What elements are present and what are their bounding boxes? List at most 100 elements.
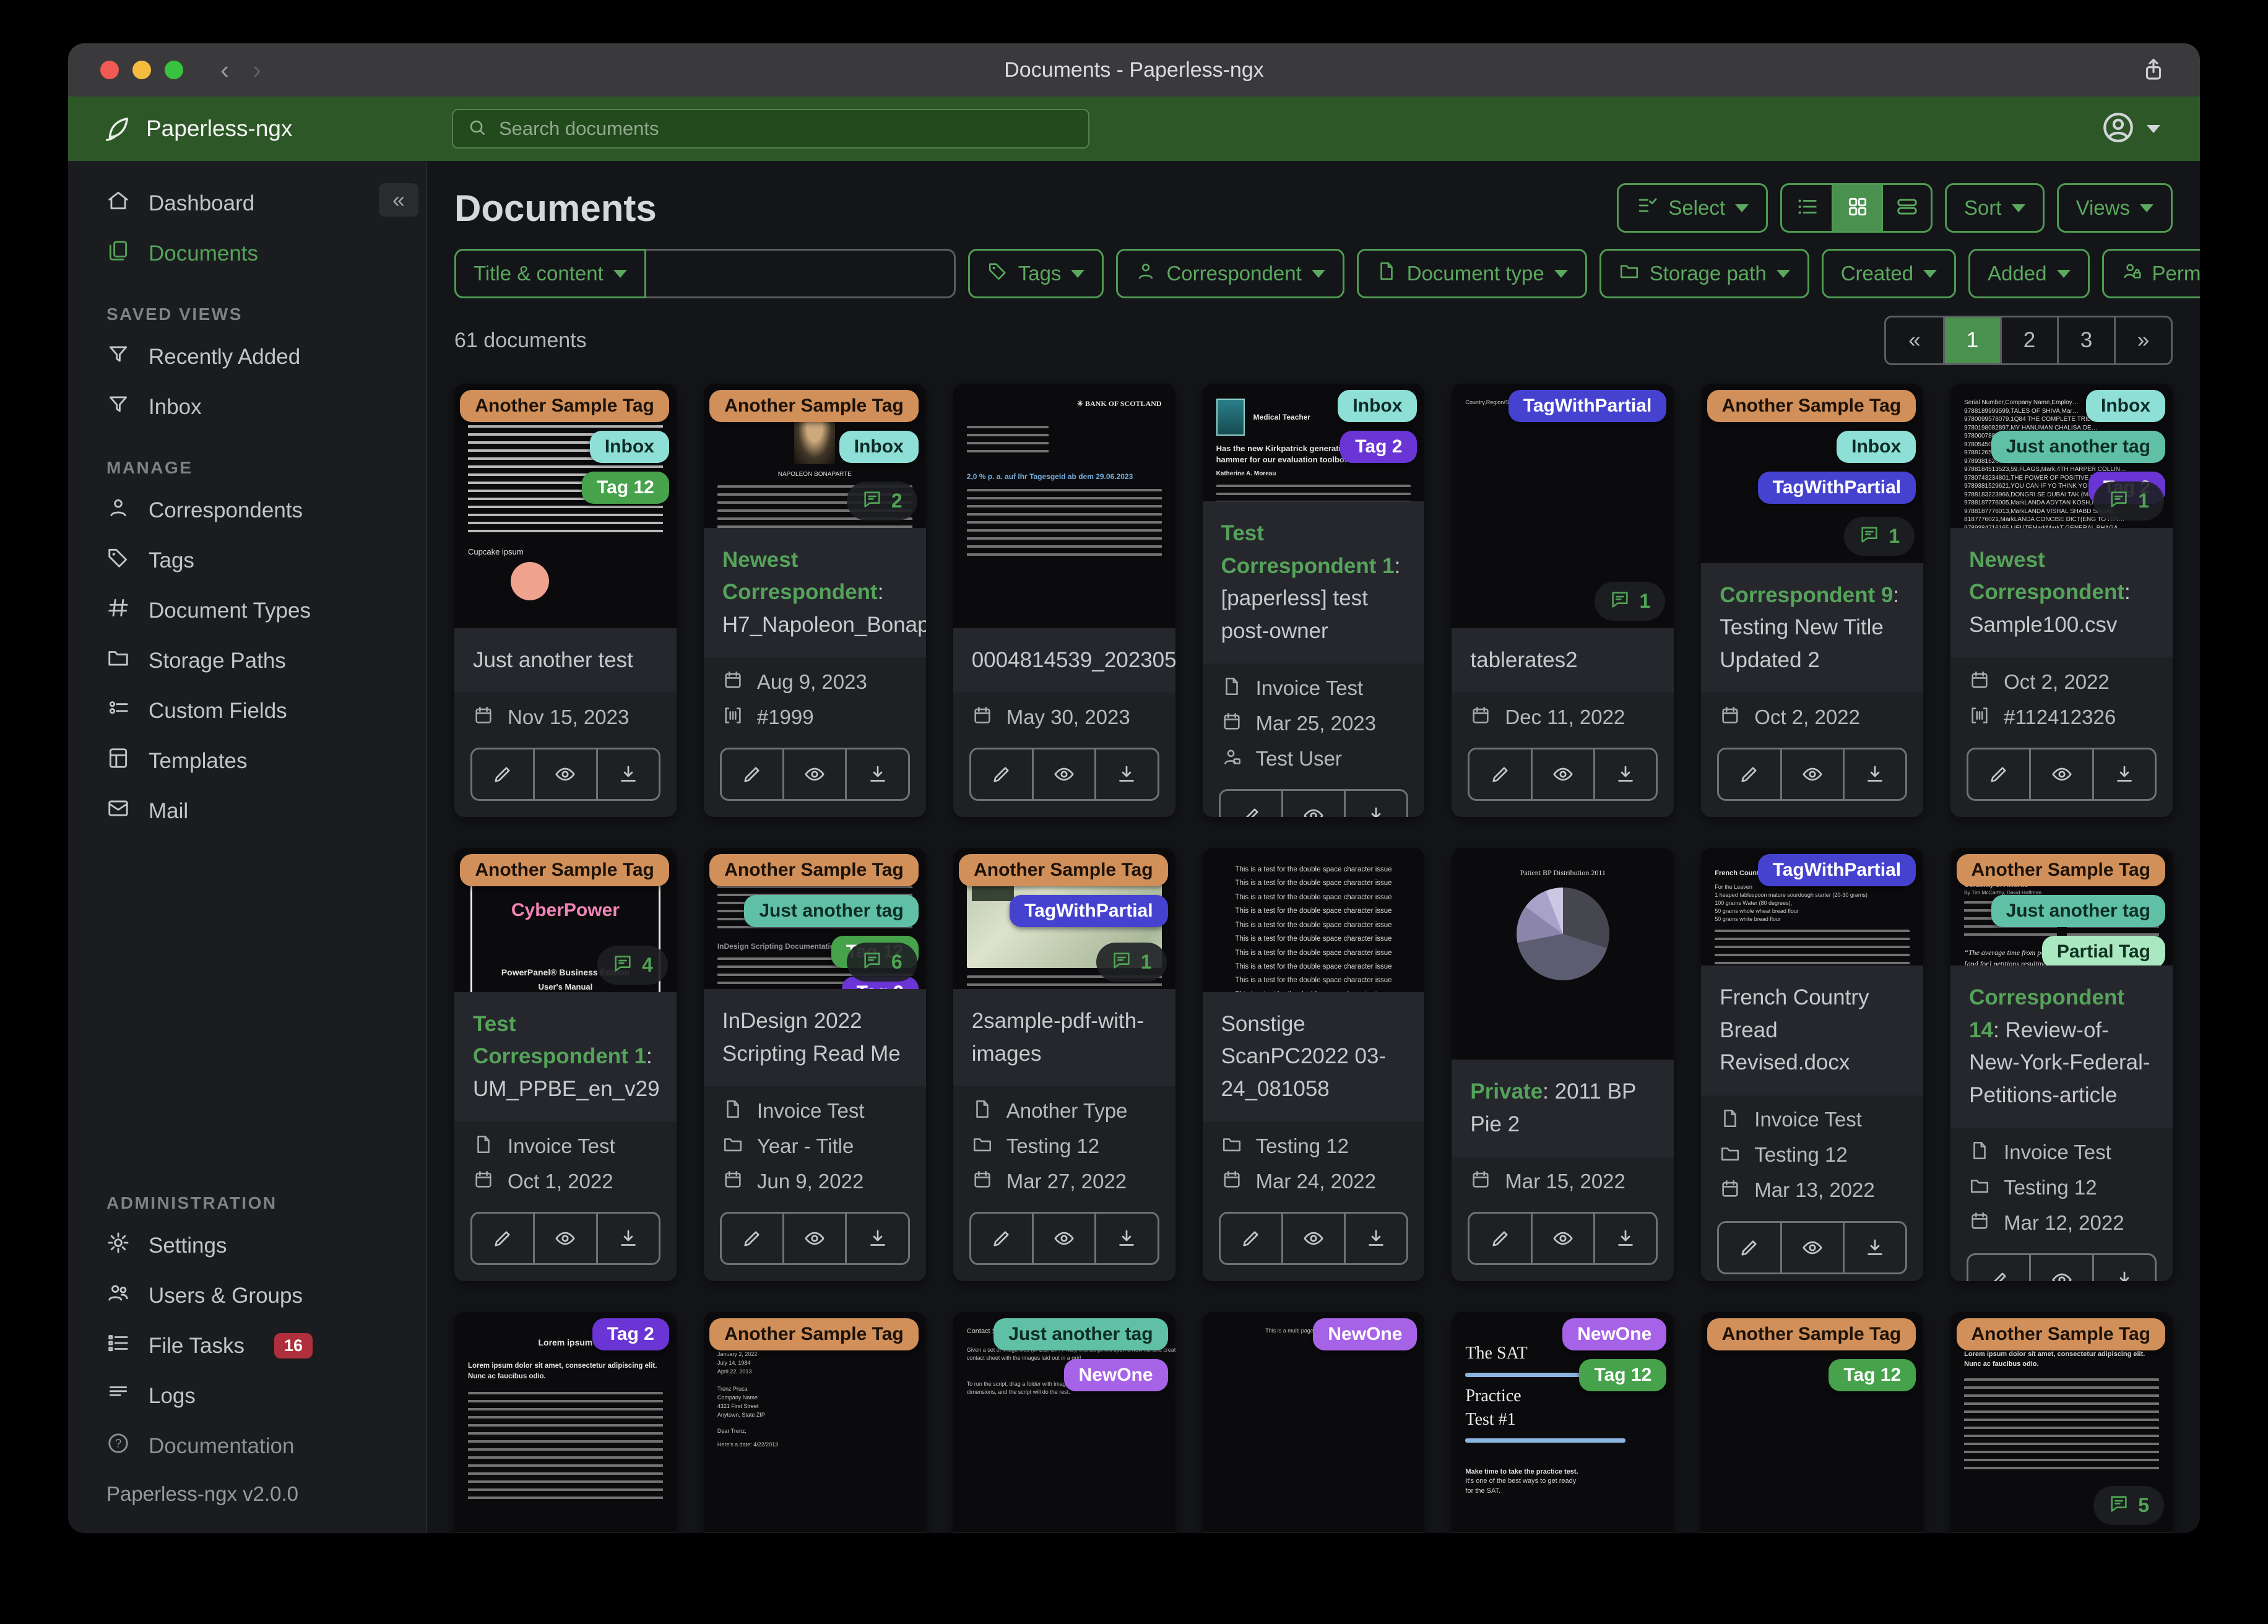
- document-card[interactable]: CyberPower PowerPanel® Business Edition Us…: [454, 848, 677, 1281]
- edit-document-button[interactable]: [1719, 1223, 1780, 1272]
- sidebar-item-custom-fields[interactable]: Custom Fields: [68, 686, 426, 736]
- view-document-button[interactable]: [533, 1214, 595, 1263]
- document-card[interactable]: Francja pod rządami NapoleonaNAPOLEON BO…: [703, 384, 926, 817]
- document-title[interactable]: InDesign 2022 Scripting Read Me: [703, 989, 926, 1086]
- select-button[interactable]: Select: [1617, 183, 1768, 233]
- share-icon[interactable]: [2140, 57, 2166, 83]
- filter-button-permissions[interactable]: Permissions: [2101, 249, 2200, 298]
- edit-document-button[interactable]: [472, 1214, 533, 1263]
- filter-button-tags[interactable]: Tags: [967, 249, 1104, 298]
- comment-count-pill[interactable]: 2: [846, 481, 917, 520]
- comment-count-pill[interactable]: 4: [597, 945, 668, 985]
- tag-pill[interactable]: Partial Tag: [2041, 936, 2165, 965]
- sidebar-item-inbox[interactable]: Inbox: [68, 382, 426, 432]
- document-card[interactable]: French Country Bread For the Leaven 1 heap…: [1701, 848, 1924, 1281]
- sidebar-item-file-tasks[interactable]: File Tasks 16: [68, 1321, 426, 1371]
- tag-pill[interactable]: Another Sample Tag: [1707, 1318, 1916, 1350]
- document-title[interactable]: Newest Correspondent: H7_Napoleon_Bonapa…: [703, 527, 926, 657]
- document-thumbnail[interactable]: This is a multi page document. Page 1.Ne…: [1202, 1312, 1425, 1532]
- edit-document-button[interactable]: [722, 749, 782, 799]
- edit-document-button[interactable]: [1221, 1214, 1281, 1263]
- sidebar-item-mail[interactable]: Mail: [68, 786, 426, 836]
- view-mode-grid[interactable]: [1832, 185, 1882, 231]
- sidebar-item-dashboard[interactable]: Dashboard: [68, 178, 426, 228]
- document-thumbnail[interactable]: Serial Number,Company Name,Employ… 978818…: [1950, 384, 2173, 528]
- tag-pill[interactable]: Another Sample Tag: [709, 390, 919, 422]
- document-card[interactable]: The SAT Practice Test #1 Make time to take …: [1452, 1312, 1674, 1533]
- document-thumbnail[interactable]: Lorem ipsumLorem ipsum dolor sit amet, c…: [454, 1312, 677, 1532]
- view-document-button[interactable]: [1281, 791, 1344, 817]
- view-document-button[interactable]: [782, 1214, 845, 1263]
- download-document-button[interactable]: [845, 749, 907, 799]
- comment-count-pill[interactable]: 5: [2093, 1486, 2164, 1525]
- document-card[interactable]: Test NameJanuary 2, 2022July 14, 1984Apr…: [703, 1312, 926, 1533]
- correspondent-link[interactable]: Newest Correspondent: [722, 548, 878, 605]
- view-mode-details[interactable]: [1881, 185, 1931, 231]
- document-title[interactable]: Just another test: [454, 628, 677, 693]
- document-title[interactable]: 2sample-pdf-with-images: [953, 989, 1175, 1086]
- paperless-logo-icon[interactable]: [103, 114, 131, 143]
- tag-pill[interactable]: Just another tag: [993, 1318, 1168, 1350]
- sidebar-item-settings[interactable]: Settings: [68, 1220, 426, 1271]
- document-title[interactable]: 0004814539_20230531: [953, 628, 1175, 693]
- tag-pill[interactable]: TagWithPartial: [1010, 895, 1168, 927]
- download-document-button[interactable]: [845, 1214, 907, 1263]
- tag-pill[interactable]: Inbox: [2086, 390, 2165, 422]
- correspondent-link[interactable]: Private: [1470, 1079, 1543, 1104]
- view-document-button[interactable]: [2029, 1255, 2092, 1281]
- tag-pill[interactable]: Another Sample Tag: [1956, 854, 2165, 886]
- pagination-page-2[interactable]: 2: [2000, 317, 2057, 363]
- edit-document-button[interactable]: [1469, 1214, 1530, 1263]
- document-title[interactable]: Sonstige ScanPC2022 03-24_081058: [1202, 991, 1425, 1121]
- correspondent-link[interactable]: Test Correspondent 1: [473, 1012, 646, 1069]
- document-thumbnail[interactable]: Medical Teacher Has the new Kirkpatrick g…: [1202, 384, 1425, 501]
- view-document-button[interactable]: [1530, 749, 1593, 799]
- document-thumbnail[interactable]: ✳ BANK OF SCOTLAND 2,0 % p. a. auf Ihr Ta…: [953, 384, 1175, 628]
- sidebar-item-logs[interactable]: Logs: [68, 1371, 426, 1421]
- download-document-button[interactable]: [1344, 1214, 1406, 1263]
- document-card[interactable]: Another Sample Tag TagWithPartial 1 2sample…: [953, 848, 1175, 1281]
- tag-pill[interactable]: Another Sample Tag: [709, 854, 919, 886]
- tag-pill[interactable]: Just another tag: [744, 895, 919, 927]
- edit-document-button[interactable]: [472, 749, 533, 799]
- download-document-button[interactable]: [1094, 749, 1157, 799]
- document-card[interactable]: This is a multi page document. Page 1.Ne…: [1202, 1312, 1425, 1533]
- view-mode-list[interactable]: [1782, 185, 1832, 231]
- document-card[interactable]: Patient BP Distribution 2011 Private: 201…: [1452, 848, 1674, 1281]
- view-document-button[interactable]: [1780, 1222, 1843, 1272]
- document-title[interactable]: Test Correspondent 1: UM_PPBE_en_v29: [454, 991, 677, 1121]
- tag-pill[interactable]: Another Sample Tag: [1956, 1318, 2165, 1350]
- document-thumbnail[interactable]: Test NameJanuary 2, 2022July 14, 1984Apr…: [703, 1312, 926, 1532]
- view-document-button[interactable]: [1281, 1214, 1344, 1263]
- document-thumbnail[interactable]: The SAT Practice Test #1 Make time to take …: [1452, 1312, 1674, 1532]
- edit-document-button[interactable]: [1221, 791, 1281, 817]
- download-document-button[interactable]: [1344, 791, 1406, 817]
- tag-pill[interactable]: Another Sample Tag: [460, 854, 669, 886]
- edit-document-button[interactable]: [722, 1214, 782, 1263]
- comment-count-pill[interactable]: 1: [1595, 581, 1666, 621]
- tag-pill[interactable]: Inbox: [839, 431, 919, 463]
- correspondent-link[interactable]: Correspondent 9: [1720, 583, 1893, 607]
- comment-count-pill[interactable]: 6: [846, 943, 917, 982]
- tag-pill[interactable]: Another Sample Tag: [959, 854, 1168, 886]
- download-document-button[interactable]: [1593, 749, 1656, 799]
- correspondent-link[interactable]: Newest Correspondent: [1969, 548, 2124, 605]
- tag-pill[interactable]: Tag 12: [1579, 1359, 1667, 1391]
- comment-count-pill[interactable]: 1: [1844, 516, 1915, 556]
- tag-pill[interactable]: Tag 2: [592, 1318, 669, 1350]
- tag-pill[interactable]: Just another tag: [1991, 431, 2165, 463]
- document-card[interactable]: one,1.0five,5.0Another Sample TagInboxTa…: [1701, 384, 1924, 817]
- download-document-button[interactable]: [1842, 749, 1905, 799]
- download-document-button[interactable]: [1842, 1222, 1905, 1272]
- global-search[interactable]: [452, 109, 1089, 149]
- view-document-button[interactable]: [1530, 1214, 1593, 1263]
- document-thumbnail[interactable]: Adobe Acrobat PDF FilesCupcake ipsumAnot…: [454, 384, 677, 628]
- view-document-button[interactable]: [1031, 749, 1094, 799]
- sidebar-item-correspondents[interactable]: Correspondents: [68, 485, 426, 535]
- document-title[interactable]: Correspondent 14: Review-of-New-York-Fed…: [1950, 965, 2173, 1128]
- tag-pill[interactable]: NewOne: [1063, 1359, 1168, 1391]
- document-card[interactable]: ✳ BANK OF SCOTLAND 2,0 % p. a. auf Ihr Ta…: [953, 384, 1175, 817]
- sidebar-collapse-button[interactable]: «: [379, 183, 418, 217]
- tag-pill[interactable]: NewOne: [1313, 1318, 1418, 1350]
- document-thumbnail[interactable]: one,1.0five,5.0Another Sample TagInboxTa…: [1701, 384, 1924, 563]
